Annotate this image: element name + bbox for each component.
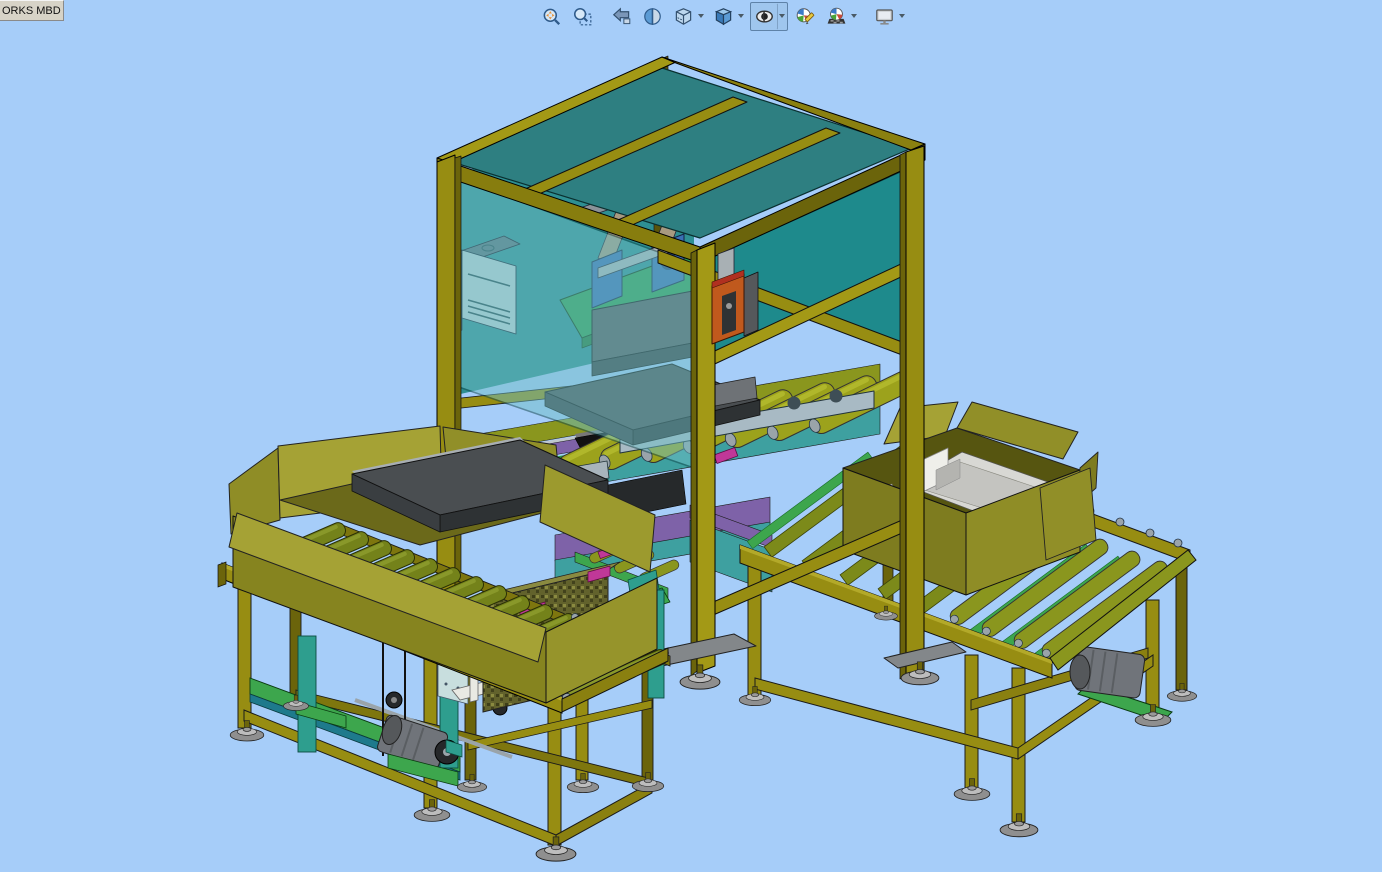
heads-up-view-toolbar	[538, 1, 907, 31]
hide-show-items-button[interactable]	[751, 2, 778, 30]
zoom-to-area-button[interactable]	[569, 3, 596, 30]
view-orientation-button[interactable]	[670, 3, 697, 30]
document-tab[interactable]: ORKS MBD	[0, 0, 64, 21]
zoom-to-fit-icon	[543, 8, 561, 25]
monitor-icon	[876, 8, 893, 25]
section-view-button[interactable]	[639, 3, 666, 30]
scene-ball-icon	[827, 7, 846, 24]
section-view-icon	[644, 7, 661, 25]
view-orientation-dropdown[interactable]	[698, 14, 704, 18]
hide-show-items-dropdown[interactable]	[779, 14, 785, 18]
apply-scene-dropdown[interactable]	[851, 14, 857, 18]
zoom-to-area-icon	[574, 7, 592, 25]
view-settings-group	[871, 3, 907, 30]
apply-scene-group	[823, 3, 859, 30]
display-style-button[interactable]	[710, 3, 737, 30]
appearance-ball-pencil-icon	[796, 7, 815, 24]
solidworks-window: { "window": { "tab_label": "ORKS MBD" },…	[0, 0, 1382, 872]
document-tab-label: ORKS MBD	[2, 4, 61, 17]
previous-view-icon	[612, 6, 631, 24]
view-orientation-cube-icon	[675, 7, 692, 25]
view-settings-button[interactable]	[871, 3, 898, 30]
display-style-group	[710, 3, 746, 30]
view-orientation-group	[670, 3, 706, 30]
display-style-dropdown[interactable]	[738, 14, 744, 18]
edit-appearance-button[interactable]	[792, 3, 819, 30]
previous-view-button[interactable]	[608, 3, 635, 30]
apply-scene-button[interactable]	[823, 3, 850, 30]
eye-icon	[756, 9, 773, 23]
hide-show-items-group	[750, 1, 788, 31]
zoom-to-fit-button[interactable]	[538, 3, 565, 30]
display-style-cube-icon	[714, 7, 733, 25]
3d-viewport[interactable]	[0, 0, 1382, 872]
view-settings-dropdown[interactable]	[899, 14, 905, 18]
